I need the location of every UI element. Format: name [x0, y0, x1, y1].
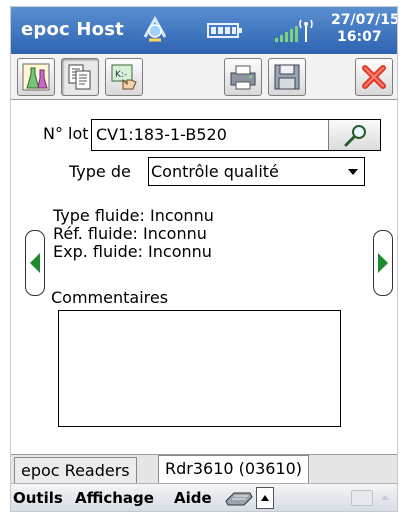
lot-search-button[interactable]	[328, 120, 380, 150]
clock-date: 27/07/15	[331, 12, 398, 28]
toolbar: K:-	[11, 54, 397, 100]
app-window: epoc Host 27/07/15 16:07 K:- N° lot CV1:…	[10, 6, 398, 512]
battery-icon[interactable]	[207, 22, 243, 39]
magnifier-icon	[344, 125, 366, 147]
lot-input[interactable]: CV1:183-1-B520	[96, 125, 227, 144]
menu-view[interactable]: Affichage	[75, 489, 154, 507]
keypad-button[interactable]: K:-	[105, 58, 143, 96]
lab-flasks-icon	[22, 63, 50, 91]
keypad-hand-icon: K:-	[111, 64, 137, 90]
documents-icon	[68, 64, 91, 90]
menu-bar: Outils Affichage Aide	[11, 483, 397, 511]
documents-button[interactable]	[61, 58, 99, 96]
app-title: epoc Host	[21, 19, 124, 40]
type-label: Type de	[69, 162, 131, 181]
lot-label: N° lot	[43, 124, 89, 143]
fluid-type-text: Type fluide: Inconnu	[53, 206, 214, 225]
chevron-up-icon	[261, 495, 269, 501]
arrow-left-icon	[30, 253, 40, 273]
arrow-right-icon	[378, 253, 388, 273]
lot-field[interactable]: CV1:183-1-B520	[91, 119, 381, 151]
clock[interactable]: 27/07/15 16:07	[331, 12, 398, 46]
chevron-down-icon	[348, 169, 358, 175]
fluid-exp-text: Exp. fluide: Inconnu	[53, 242, 212, 261]
printer-icon	[230, 65, 256, 90]
input-panel-caret-icon[interactable]	[381, 495, 389, 500]
tab-epoc-readers[interactable]: epoc Readers	[14, 457, 137, 483]
type-select[interactable]: Contrôle qualité	[148, 157, 365, 186]
title-bar: epoc Host 27/07/15 16:07	[11, 7, 397, 54]
tab-rdr3610[interactable]: Rdr3610 (03610)	[158, 455, 310, 484]
menu-up-button[interactable]	[256, 487, 274, 509]
reader-tabs: epoc Readers Rdr3610 (03610)	[11, 454, 397, 484]
next-page-button[interactable]	[373, 230, 393, 296]
close-x-icon	[362, 65, 386, 89]
fluid-ref-text: Réf. fluide: Inconnu	[53, 224, 207, 243]
close-button[interactable]	[355, 58, 393, 96]
save-disk-icon	[274, 64, 300, 90]
comments-label: Commentaires	[51, 288, 169, 307]
menu-help[interactable]: Aide	[174, 489, 212, 507]
clock-time: 16:07	[337, 29, 382, 45]
comments-textarea[interactable]	[58, 310, 341, 427]
type-selected-value: Contrôle qualité	[151, 162, 279, 181]
test-info-form: N° lot CV1:183-1-B520 Type de Contrôle q…	[11, 100, 397, 454]
print-button[interactable]	[224, 58, 262, 96]
keyboard-icon[interactable]	[224, 487, 254, 509]
signal-strength-icon[interactable]	[273, 16, 317, 44]
menu-tools[interactable]: Outils	[13, 489, 63, 507]
input-panel-icon[interactable]	[351, 490, 373, 506]
lab-flasks-button[interactable]	[17, 58, 55, 96]
save-button[interactable]	[268, 58, 306, 96]
previous-page-button[interactable]	[25, 230, 45, 296]
sync-icon[interactable]	[139, 15, 171, 45]
svg-text:K:-: K:-	[115, 70, 127, 80]
